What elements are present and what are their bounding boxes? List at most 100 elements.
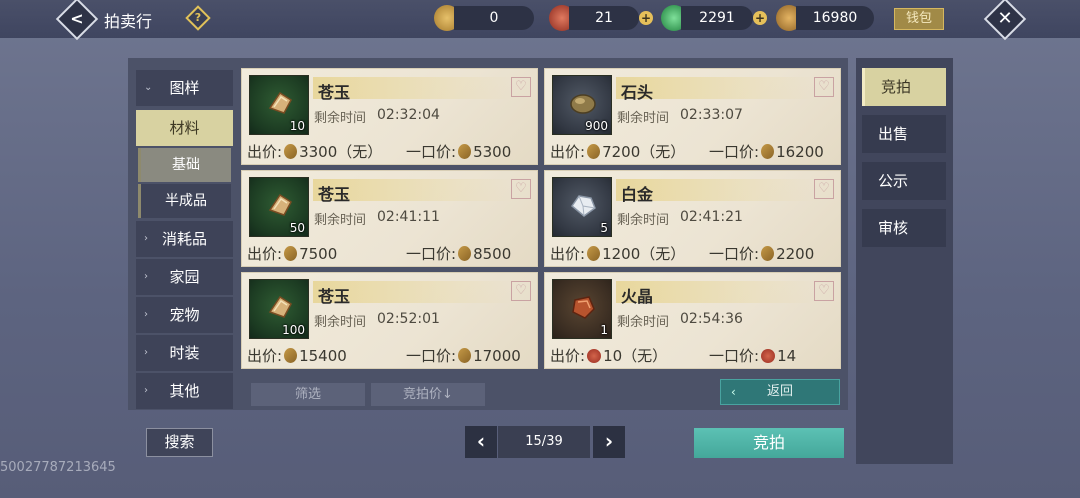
gold-coin-icon <box>458 246 472 261</box>
chevron-icon: › <box>144 309 148 320</box>
category-label: 宠物 <box>169 306 200 324</box>
gold-coin-icon <box>458 144 472 159</box>
bid-price: 出价: 7500 <box>247 243 337 264</box>
time-remaining: 02:33:07 <box>680 107 743 123</box>
item-count: 10 <box>289 119 305 133</box>
close-icon: ✕ <box>997 8 1013 29</box>
buyout-price: 一口价: 5300 <box>406 141 511 162</box>
filter-button[interactable]: 筛选 <box>251 383 365 406</box>
back-arrow-icon: < <box>70 9 84 28</box>
price-label: 出价: <box>247 143 283 161</box>
favorite-heart-icon[interactable]: ♡ <box>814 77 834 97</box>
category-label: 材料 <box>169 119 200 137</box>
add-currency-3-icon[interactable]: + <box>753 11 767 25</box>
item-name: 白金 <box>621 185 654 204</box>
currency-value-3: 2291 <box>681 6 753 30</box>
favorite-heart-icon[interactable]: ♡ <box>814 179 834 199</box>
gold-coin-icon <box>284 246 298 261</box>
buyout-label: 一口价: <box>709 143 760 161</box>
favorite-heart-icon[interactable]: ♡ <box>511 281 531 301</box>
gold-coin-icon <box>587 246 601 261</box>
time-remaining: 02:54:36 <box>680 311 743 327</box>
item-card[interactable]: 50 苍玉 ♡ 剩余时间 02:41:11 出价: 7500 一口价: 8500 <box>241 170 538 267</box>
buyout-value: 17000 <box>473 347 521 365</box>
time-label: 剩余时间 <box>314 213 367 228</box>
sort-button[interactable]: 竞拍价↓ <box>371 383 485 406</box>
buyout-label: 一口价: <box>406 347 457 365</box>
buyout-label: 一口价: <box>709 245 760 263</box>
time-label: 剩余时间 <box>617 111 670 126</box>
bid-price: 出价: 1200（无） <box>550 243 685 264</box>
buyout-value: 2200 <box>776 245 815 263</box>
item-card[interactable]: 5 白金 ♡ 剩余时间 02:41:21 出价: 1200（无） 一口价: 2200 <box>544 170 841 267</box>
prev-page-button[interactable]: ‹ <box>465 426 497 458</box>
page-indicator: 15/39 <box>498 426 590 458</box>
favorite-heart-icon[interactable]: ♡ <box>511 77 531 97</box>
currency-value-4: 16980 <box>796 6 874 30</box>
back-button[interactable]: < <box>55 0 99 41</box>
subcategory-item[interactable]: 半成品 <box>138 184 231 218</box>
chevron-icon: ⌄ <box>144 82 153 93</box>
price-label: 出价: <box>550 245 586 263</box>
bid-button[interactable]: 竞拍 <box>694 428 844 458</box>
subcategory-item-active[interactable]: 基础 <box>138 148 231 182</box>
category-item-active[interactable]: 材料 <box>136 110 233 146</box>
buyout-value: 16200 <box>776 143 824 161</box>
tab-bid[interactable]: 竞拍 <box>862 68 946 106</box>
item-name: 苍玉 <box>318 83 351 102</box>
close-button[interactable]: ✕ <box>983 0 1027 41</box>
help-icon[interactable]: ? <box>185 5 211 31</box>
item-thumbnail: 10 <box>249 75 309 135</box>
right-tab-panel: 竞拍 出售 公示 审核 <box>856 58 953 464</box>
currency-value-1: 0 <box>454 6 534 30</box>
item-card[interactable]: 100 苍玉 ♡ 剩余时间 02:52:01 出价: 15400 一口价: 1700… <box>241 272 538 369</box>
item-thumbnail: 1 <box>552 279 612 339</box>
category-label: 时装 <box>169 344 200 362</box>
item-card[interactable]: 900 石头 ♡ 剩余时间 02:33:07 出价: 7200（无） 一口价: 16… <box>544 68 841 165</box>
stone-icon <box>570 94 596 114</box>
buyout-price: 一口价: 14 <box>709 345 796 366</box>
player-id: 50027787213645 <box>0 460 116 475</box>
category-item[interactable]: › 其他 <box>136 373 233 409</box>
top-bar: < 拍卖行 ? 0 21 + 2291 + 16980 钱包 ✕ <box>0 0 1080 41</box>
price-label: 出价: <box>550 347 586 365</box>
price-value: 15400 <box>299 347 347 365</box>
category-item[interactable]: › 消耗品 <box>136 221 233 257</box>
return-button[interactable]: ‹ 返回 <box>720 379 840 405</box>
category-item[interactable]: › 家园 <box>136 259 233 295</box>
next-page-button[interactable]: › <box>593 426 625 458</box>
time-remaining: 02:32:04 <box>377 107 440 123</box>
price-value: 7200（无） <box>602 143 686 161</box>
favorite-heart-icon[interactable]: ♡ <box>511 179 531 199</box>
price-value: 1200（无） <box>602 245 686 263</box>
red-coin-icon <box>587 349 602 363</box>
help-icon-glyph: ? <box>194 11 202 24</box>
item-card[interactable]: 10 苍玉 ♡ 剩余时间 02:32:04 出价: 3300（无） 一口价: 530… <box>241 68 538 165</box>
bid-price: 出价: 10（无） <box>550 345 667 366</box>
buyout-price: 一口价: 16200 <box>709 141 824 162</box>
category-item[interactable]: › 时装 <box>136 335 233 371</box>
add-currency-2-icon[interactable]: + <box>639 11 653 25</box>
tab-review[interactable]: 审核 <box>862 209 946 247</box>
search-button[interactable]: 搜索 <box>146 428 213 457</box>
return-label: 返回 <box>766 384 793 399</box>
bid-price: 出价: 3300（无） <box>247 141 382 162</box>
currency-value-2: 21 <box>569 6 639 30</box>
category-label: 其他 <box>169 382 200 400</box>
red-coin-icon <box>761 349 776 363</box>
jade-icon <box>268 295 292 318</box>
category-item[interactable]: › 宠物 <box>136 297 233 333</box>
item-card[interactable]: 1 火晶 ♡ 剩余时间 02:54:36 出价: 10（无） 一口价: 14 <box>544 272 841 369</box>
time-remaining: 02:41:21 <box>680 209 743 225</box>
item-name: 苍玉 <box>318 287 351 306</box>
tab-sell[interactable]: 出售 <box>862 115 946 153</box>
back-arrow-icon: ‹ <box>731 385 736 399</box>
wallet-button[interactable]: 钱包 <box>894 8 944 30</box>
favorite-heart-icon[interactable]: ♡ <box>814 281 834 301</box>
category-item[interactable]: ⌄ 图样 <box>136 70 233 106</box>
tab-announce[interactable]: 公示 <box>862 162 946 200</box>
time-remaining: 02:41:11 <box>377 209 440 225</box>
chevron-icon: › <box>144 233 148 244</box>
buyout-label: 一口价: <box>709 347 760 365</box>
gold-coin-icon <box>284 144 298 159</box>
